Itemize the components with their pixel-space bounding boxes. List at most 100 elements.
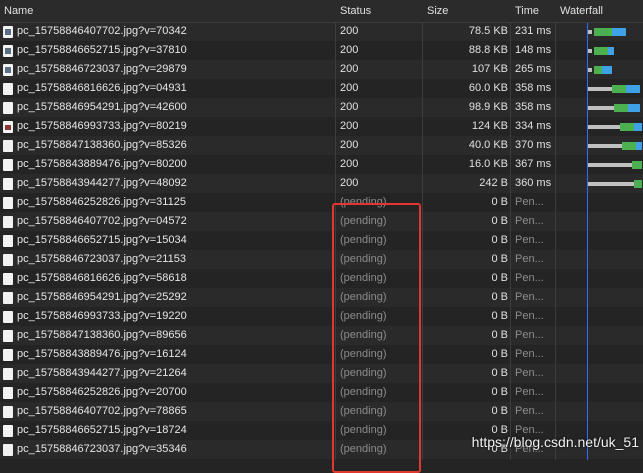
request-name: pc_15758847138360.jpg?v=85326 [17,139,187,151]
table-row[interactable]: pc_15758846954291.jpg?v=25292 (pending) 0 … [0,288,643,307]
request-status: 200 [340,44,359,56]
table-row[interactable]: pc_15758846954291.jpg?v=42600 200 98.9 KB 3… [0,98,643,117]
waterfall-waiting-bar [612,85,626,93]
image-file-icon [3,26,13,38]
file-icon [3,197,13,209]
waterfall-cell [558,98,643,117]
request-size: 0 B [491,291,508,303]
column-header-status[interactable]: Status [340,5,371,17]
waterfall-download-bar [612,28,626,36]
request-name: pc_15758846252826.jpg?v=20700 [17,386,187,398]
waterfall-cell [558,307,643,326]
table-row[interactable]: pc_15758846652715.jpg?v=15034 (pending) 0 … [0,231,643,250]
request-status: 200 [340,139,359,151]
request-size: 107 KB [471,63,508,75]
request-time: Pen... [515,215,544,227]
request-time: Pen... [515,386,544,398]
request-size: 0 B [491,348,508,360]
table-row[interactable]: pc_15758846993733.jpg?v=80219 200 124 KB 33… [0,117,643,136]
column-header-waterfall[interactable]: Waterfall [560,5,603,17]
table-row[interactable]: pc_15758846652715.jpg?v=37810 200 88.8 KB 1… [0,41,643,60]
request-name: pc_15758846993733.jpg?v=19220 [17,310,187,322]
column-divider[interactable] [555,0,556,460]
file-icon [3,216,13,228]
request-size: 0 B [491,215,508,227]
image-file-icon [3,45,13,57]
request-size: 0 B [491,272,508,284]
column-header-name[interactable]: Name [4,5,33,17]
file-icon [3,83,13,95]
request-time: 265 ms [515,63,552,75]
column-header-time[interactable]: Time [515,5,539,17]
request-status: 200 [340,120,359,132]
table-row[interactable]: pc_15758846723037.jpg?v=21153 (pending) 0 … [0,250,643,269]
table-row[interactable]: pc_15758843889476.jpg?v=80200 200 16.0 KB 3… [0,155,643,174]
file-icon [3,178,13,190]
request-name: pc_15758846652715.jpg?v=37810 [17,44,187,56]
waterfall-cell [558,22,643,41]
request-size: 88.8 KB [468,44,508,56]
column-header-size[interactable]: Size [427,5,448,17]
waterfall-waiting-bar [594,28,612,36]
waterfall-queue-bar [588,49,592,53]
waterfall-waiting-bar [622,142,636,150]
table-row[interactable]: pc_15758846993733.jpg?v=19220 (pending) 0 … [0,307,643,326]
waterfall-download-bar [634,123,642,131]
table-row[interactable]: pc_15758847138360.jpg?v=85326 200 40.0 KB 3… [0,136,643,155]
waterfall-download-bar [626,85,640,93]
waterfall-waiting-bar [594,47,608,55]
request-size: 0 B [491,196,508,208]
table-row[interactable]: pc_15758846407702.jpg?v=78865 (pending) 0 … [0,402,643,421]
table-row[interactable]: pc_15758843944277.jpg?v=48092 200 242 B 360… [0,174,643,193]
request-time: Pen... [515,405,544,417]
table-row[interactable]: pc_15758846816626.jpg?v=04931 200 60.0 KB 3… [0,79,643,98]
waterfall-queue-bar [592,125,620,129]
request-status: 200 [340,101,359,113]
file-icon [3,425,13,437]
waterfall-cell [558,269,643,288]
waterfall-waiting-bar [634,180,642,188]
waterfall-cell [558,288,643,307]
file-icon [3,273,13,285]
request-time: 360 ms [515,177,552,189]
request-size: 60.0 KB [468,82,508,94]
request-size: 0 B [491,367,508,379]
request-name: pc_15758846407702.jpg?v=70342 [17,25,187,37]
file-icon [3,254,13,266]
table-row[interactable]: pc_15758846252826.jpg?v=20700 (pending) 0 … [0,383,643,402]
waterfall-queue-bar [592,182,634,186]
request-size: 0 B [491,405,508,417]
table-row[interactable]: pc_15758846252826.jpg?v=31125 (pending) 0 … [0,193,643,212]
request-name: pc_15758846954291.jpg?v=42600 [17,101,187,113]
request-name: pc_15758846954291.jpg?v=25292 [17,291,187,303]
request-time: Pen... [515,348,544,360]
column-divider[interactable] [422,0,423,460]
waterfall-cell [558,174,643,193]
pending-status-highlight [332,203,421,473]
waterfall-cell [558,345,643,364]
waterfall-cell [558,60,643,79]
file-icon [3,406,13,418]
request-time: 358 ms [515,82,552,94]
table-row[interactable]: pc_15758843944277.jpg?v=21264 (pending) 0 … [0,364,643,383]
request-size: 78.5 KB [468,25,508,37]
watermark: https://blog.csdn.net/uk_51 [471,434,639,450]
waterfall-waiting-bar [614,104,628,112]
table-row[interactable]: pc_15758846407702.jpg?v=70342 200 78.5 KB 2… [0,22,643,41]
table-row[interactable]: pc_15758846816626.jpg?v=58618 (pending) 0 … [0,269,643,288]
waterfall-download-bar [628,104,640,112]
waterfall-waiting-bar [594,66,602,74]
file-icon [3,368,13,380]
request-time: 358 ms [515,101,552,113]
request-size: 16.0 KB [468,158,508,170]
file-icon [3,444,13,456]
file-icon [3,140,13,152]
table-row[interactable]: pc_15758847138360.jpg?v=89656 (pending) 0 … [0,326,643,345]
request-time: Pen... [515,253,544,265]
table-row[interactable]: pc_15758846407702.jpg?v=04572 (pending) 0 … [0,212,643,231]
waterfall-waiting-bar [632,161,642,169]
column-divider[interactable] [510,0,511,460]
table-row[interactable]: pc_15758843889476.jpg?v=16124 (pending) 0 … [0,345,643,364]
table-row[interactable]: pc_15758846723037.jpg?v=29879 200 107 KB 26… [0,60,643,79]
file-icon [3,102,13,114]
